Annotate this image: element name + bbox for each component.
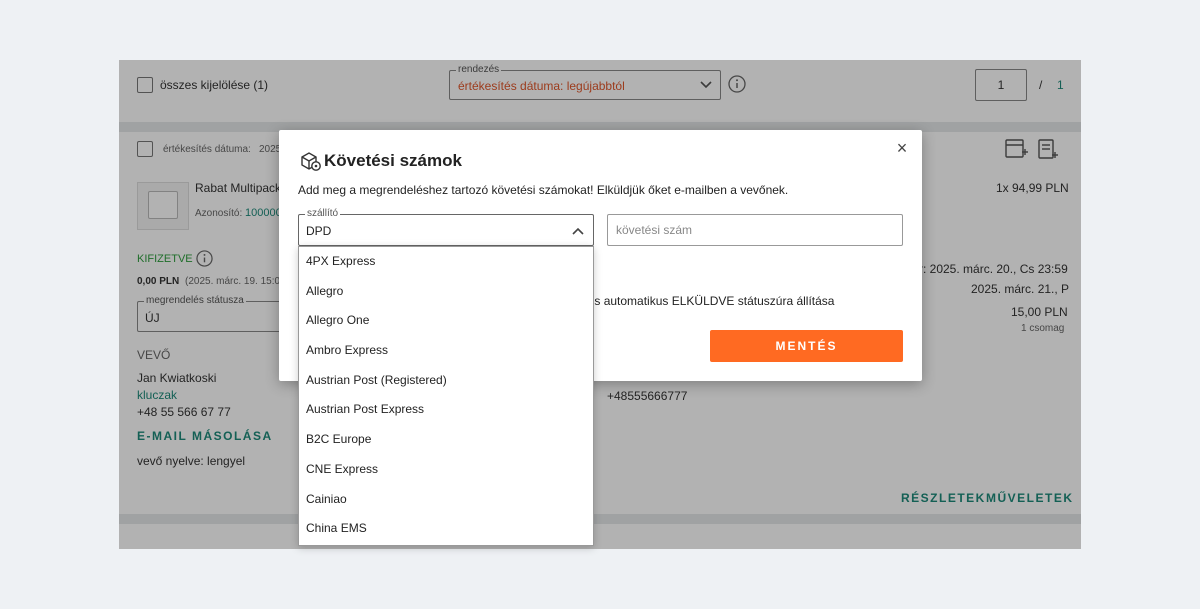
auto-status-label: ndelés automatikus ELKÜLDVE státuszúra á…	[565, 294, 835, 308]
carrier-dropdown: 4PX Express Allegro Allegro One Ambro Ex…	[298, 246, 594, 546]
carrier-option-austrian-post-registered[interactable]: Austrian Post (Registered)	[299, 366, 593, 396]
carrier-legend: szállító	[305, 208, 341, 219]
carrier-option-austrian-post-express[interactable]: Austrian Post Express	[299, 395, 593, 425]
carrier-option-4px-express[interactable]: 4PX Express	[299, 247, 593, 277]
carrier-option-allegro-one[interactable]: Allegro One	[299, 306, 593, 336]
carrier-option-china-ems[interactable]: China EMS	[299, 514, 593, 544]
carrier-option-allegro[interactable]: Allegro	[299, 277, 593, 307]
package-location-icon	[301, 152, 321, 171]
carrier-option-b2c-europe[interactable]: B2C Europe	[299, 425, 593, 455]
save-button[interactable]: MENTÉS	[710, 330, 903, 362]
carrier-select[interactable]: szállító DPD	[298, 208, 594, 246]
chevron-up-icon	[572, 227, 584, 235]
close-icon[interactable]: ×	[892, 138, 912, 158]
carrier-option-cne-express[interactable]: CNE Express	[299, 455, 593, 485]
tracking-number-input[interactable]	[607, 214, 903, 246]
carrier-option-cainiao[interactable]: Cainiao	[299, 485, 593, 515]
dialog-title: Követési számok	[324, 151, 462, 170]
carrier-value: DPD	[306, 224, 332, 238]
carrier-option-ambro-express[interactable]: Ambro Express	[299, 336, 593, 366]
dialog-description: Add meg a megrendeléshez tartozó követés…	[298, 183, 789, 197]
